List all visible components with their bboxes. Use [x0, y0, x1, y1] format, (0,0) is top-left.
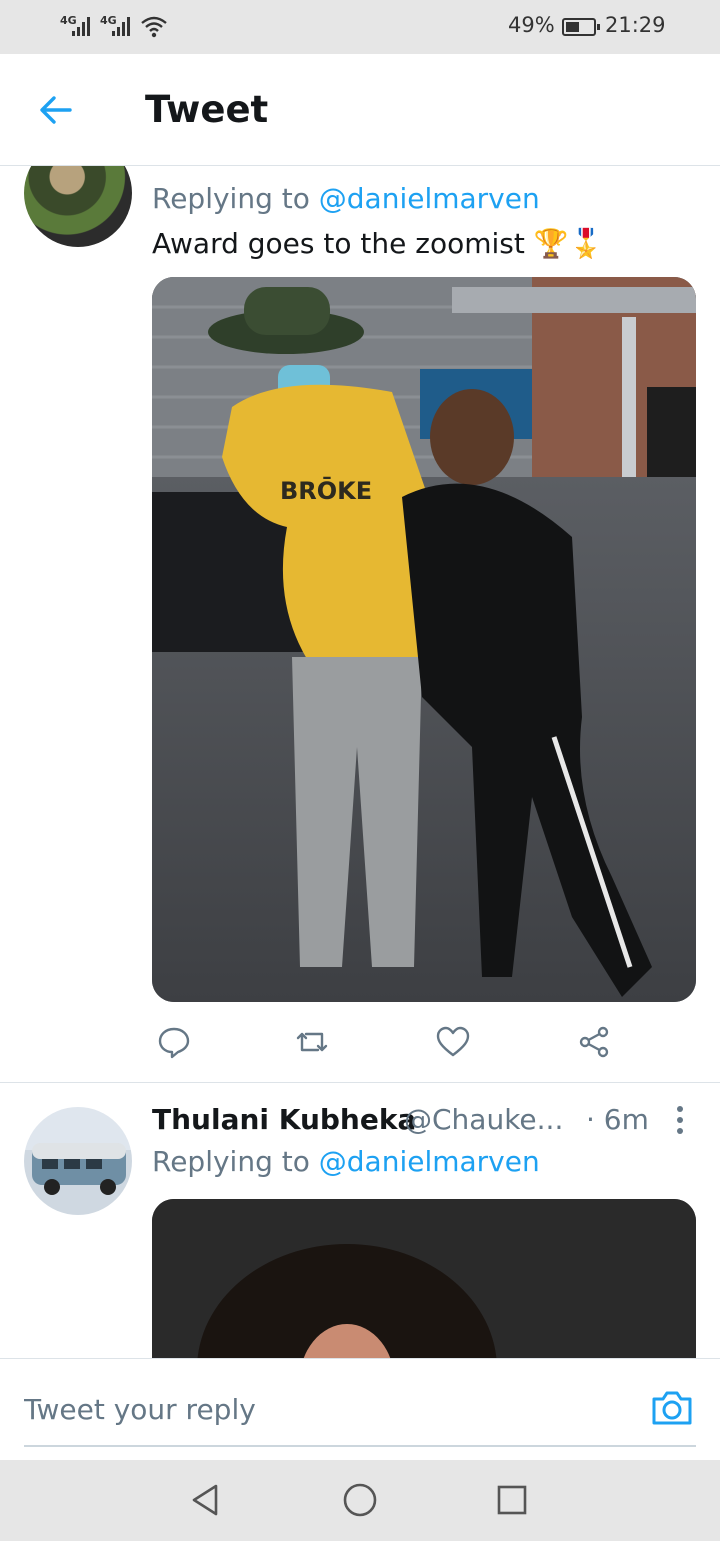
recents-square-icon[interactable]	[492, 1480, 532, 1520]
tweet-text: Award goes to the zoomist 🏆🎖️	[152, 227, 604, 260]
wifi-icon	[141, 16, 167, 38]
tweet-author-name[interactable]: Thulani Kubheka	[152, 1103, 416, 1136]
share-icon[interactable]	[576, 1024, 612, 1060]
battery-icon	[562, 18, 600, 36]
reply-icon[interactable]	[156, 1024, 192, 1060]
signal-1-icon: 4G	[60, 14, 90, 36]
reply-input-underline	[24, 1445, 696, 1447]
top-app-bar: Tweet	[0, 54, 720, 166]
svg-text:BRŌKE: BRŌKE	[280, 475, 372, 505]
replying-to-label: Replying to	[152, 182, 310, 215]
reply-input[interactable]	[24, 1389, 624, 1429]
tweet-photo-image	[152, 1199, 696, 1358]
reply-handle-link[interactable]: @danielmarven	[319, 182, 540, 215]
tweet-author-handle[interactable]: @Chauke...	[404, 1103, 563, 1136]
like-icon[interactable]	[435, 1024, 471, 1060]
replying-to: Replying to @danielmarven	[152, 182, 540, 215]
avatar[interactable]	[24, 1107, 132, 1215]
tweet-photo[interactable]: BRŌKE	[152, 277, 696, 1002]
tweet-photo-image: BRŌKE	[152, 277, 696, 1002]
tweet-timestamp: · 6m	[586, 1103, 649, 1136]
status-bar: 4G 4G 49% 21:29	[0, 0, 720, 54]
replying-to-label: Replying to	[152, 1145, 310, 1178]
reply-handle-link[interactable]: @danielmarven	[319, 1145, 540, 1178]
back-triangle-icon[interactable]	[186, 1480, 226, 1520]
replying-to: Replying to @danielmarven	[152, 1145, 540, 1178]
home-circle-icon[interactable]	[340, 1480, 380, 1520]
avatar-image	[32, 1143, 126, 1195]
page-title: Tweet	[145, 88, 269, 131]
tweet-actions	[152, 1024, 622, 1064]
battery-fill	[566, 22, 579, 32]
status-clock: 21:29	[605, 13, 666, 37]
tweet-thread[interactable]: Replying to @danielmarven Award goes to …	[0, 166, 720, 1358]
tweet-divider	[0, 1082, 720, 1083]
signal-2-icon: 4G	[100, 14, 130, 36]
arrow-left-icon[interactable]	[36, 90, 76, 130]
retweet-icon[interactable]	[294, 1024, 330, 1060]
tweet-photo[interactable]	[152, 1199, 696, 1358]
system-navigation-bar	[0, 1460, 720, 1541]
camera-icon[interactable]	[650, 1387, 694, 1427]
reply-composer	[0, 1358, 720, 1460]
avatar[interactable]	[24, 166, 132, 247]
battery-percent: 49%	[508, 13, 555, 37]
more-options-icon[interactable]	[676, 1105, 684, 1135]
